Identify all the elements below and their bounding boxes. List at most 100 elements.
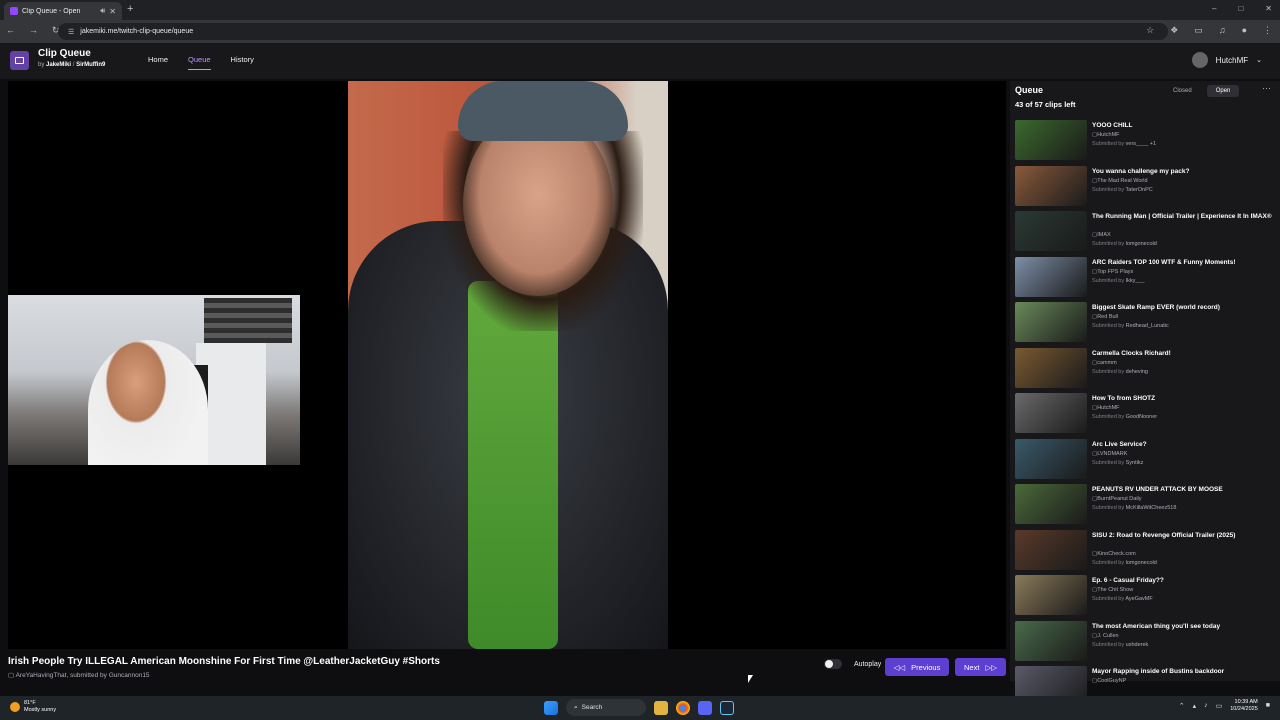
minimize-icon[interactable]: – bbox=[1212, 4, 1216, 13]
queue-item-submitted-label: Submitted by bbox=[1092, 459, 1125, 466]
queue-item[interactable]: SISU 2: Road to Revenge Official Trailer… bbox=[1015, 529, 1277, 575]
menu-dots-icon[interactable]: ⋮ bbox=[1263, 25, 1272, 36]
queue-item-thumbnail[interactable] bbox=[1015, 529, 1087, 570]
maximize-icon[interactable]: □ bbox=[1238, 4, 1243, 13]
queue-item-thumbnail[interactable] bbox=[1015, 438, 1087, 479]
taskbar-clock[interactable]: 10:39 AM 10/24/2025 bbox=[1230, 699, 1258, 713]
discord-icon[interactable] bbox=[698, 700, 712, 715]
clip-title: Irish People Try ILLEGAL American Moonsh… bbox=[8, 656, 440, 667]
queue-item-thumbnail[interactable] bbox=[1015, 211, 1087, 251]
author-link-1[interactable]: JakeMiki bbox=[46, 62, 71, 68]
queue-item-submitter-line: Submitted by lomgonecold bbox=[1092, 560, 1157, 566]
queue-item-thumbnail[interactable] bbox=[1015, 484, 1087, 524]
battery-icon[interactable]: ▭ bbox=[1216, 702, 1223, 710]
queue-item-submitted-label: Submitted by bbox=[1092, 368, 1125, 375]
speaker-icon[interactable]: 🔊︎ bbox=[100, 6, 105, 16]
user-menu[interactable]: HutchMF ⌄ bbox=[1191, 52, 1262, 68]
volume-icon[interactable]: ♪ bbox=[1204, 702, 1208, 709]
queue-item-title: You wanna challenge my pack? bbox=[1092, 167, 1190, 175]
queue-item-thumbnail[interactable] bbox=[1015, 347, 1087, 388]
clip-channel[interactable]: AreYaHavingThat bbox=[16, 672, 67, 679]
next-button[interactable]: Next ▷▷ bbox=[955, 658, 1006, 676]
queue-item-submitter-line: Submitted by McKillaWitCheez518 bbox=[1092, 505, 1176, 511]
queue-item-thumbnail[interactable] bbox=[1015, 620, 1087, 661]
cast-icon[interactable]: ▭ bbox=[1194, 25, 1203, 36]
browser-toolbar: ← → ↻ ☰ jakemiki.me/twitch-clip-queue/qu… bbox=[0, 20, 1280, 43]
chrome-icon[interactable] bbox=[676, 700, 690, 715]
queue-open-button[interactable]: Open bbox=[1206, 85, 1240, 97]
nav-history[interactable]: History bbox=[231, 55, 254, 70]
queue-item-thumbnail[interactable] bbox=[1015, 575, 1087, 615]
queue-item-submitted-label: Submitted by bbox=[1092, 277, 1125, 284]
close-tab-icon[interactable]: ✕ bbox=[109, 7, 116, 16]
queue-item-thumbnail[interactable] bbox=[1015, 256, 1087, 297]
channel-icon: ▢ bbox=[8, 672, 16, 679]
queue-item[interactable]: ARC Raiders TOP 100 WTF & Funny Moments!… bbox=[1015, 256, 1277, 302]
forward-icon[interactable]: → bbox=[29, 25, 38, 36]
system-tray: ⌃ ▴ ♪ ▭ 10:39 AM 10/24/2025 ■ bbox=[1179, 699, 1270, 713]
taskbar-search[interactable]: ⌕ Search bbox=[566, 699, 646, 716]
queue-item-submitter-line: Submitted by ushderek bbox=[1092, 642, 1148, 648]
back-icon[interactable]: ← bbox=[6, 25, 15, 36]
queue-item-submitter: vers____ +1 bbox=[1125, 141, 1157, 147]
clip-video-frame[interactable] bbox=[348, 81, 668, 649]
webcam-overlay bbox=[8, 295, 300, 465]
author-link-2[interactable]: SirMuffin9 bbox=[76, 62, 105, 68]
queue-item-submitter-line: Submitted by TaterOnPC bbox=[1092, 187, 1153, 193]
queue-item[interactable]: Biggest Skate Ramp EVER (world record) Re… bbox=[1015, 301, 1277, 347]
queue-item[interactable]: PEANUTS RV UNDER ATTACK BY MOOSE BurntPea… bbox=[1015, 483, 1277, 529]
video-player[interactable] bbox=[8, 81, 1006, 649]
queue-item-thumbnail[interactable] bbox=[1015, 393, 1087, 433]
queue-item[interactable]: You wanna challenge my pack? The Mad Real… bbox=[1015, 165, 1277, 211]
tray-chevron-up-icon[interactable]: ⌃ bbox=[1179, 702, 1185, 710]
queue-item-channel: BurntPeanut Daily bbox=[1092, 496, 1141, 502]
queue-item[interactable]: Carmella Clocks Richard! cammm Submitted b… bbox=[1015, 347, 1277, 393]
autoplay-toggle[interactable] bbox=[824, 659, 842, 669]
site-info-icon[interactable]: ☰ bbox=[68, 28, 74, 36]
queue-item-submitter: AyeGavMF bbox=[1125, 596, 1153, 602]
queue-item-thumbnail[interactable] bbox=[1015, 120, 1087, 160]
nav-home[interactable]: Home bbox=[148, 55, 168, 70]
bookmark-star-icon[interactable]: ☆ bbox=[1146, 25, 1154, 36]
taskbar-apps: ⌕ Search bbox=[544, 699, 734, 716]
queue-item-title: The Running Man | Official Trailer | Exp… bbox=[1092, 213, 1272, 220]
queue-item-thumbnail[interactable] bbox=[1015, 165, 1087, 206]
queue-item[interactable]: The most American thing you'll see today… bbox=[1015, 620, 1277, 666]
extensions-icon[interactable]: ❖ bbox=[1170, 25, 1178, 36]
queue-item[interactable]: Ep. 6 - Casual Friday?? The Chit Show Subm… bbox=[1015, 574, 1277, 620]
fast-forward-icon: ▷▷ bbox=[985, 662, 997, 672]
queue-item[interactable]: How To from SHOTZ HutchMF Submitted by Goo… bbox=[1015, 392, 1277, 438]
queue-item[interactable]: The Running Man | Official Trailer | Exp… bbox=[1015, 210, 1277, 256]
weather-widget[interactable]: 81°F Mostly sunny bbox=[10, 700, 56, 713]
nav-queue[interactable]: Queue bbox=[188, 55, 211, 70]
queue-closed-button[interactable]: Closed bbox=[1164, 85, 1201, 97]
queue-item-submitter: Ikky___ bbox=[1125, 277, 1145, 284]
username: HutchMF bbox=[1215, 55, 1249, 65]
file-explorer-icon[interactable] bbox=[654, 700, 668, 715]
steam-icon[interactable] bbox=[720, 700, 734, 715]
previous-button[interactable]: ◁◁ Previous bbox=[885, 658, 949, 676]
queue-item-submitted-label: Submitted by bbox=[1092, 186, 1125, 193]
queue-item-submitted-label: Submitted by bbox=[1092, 323, 1125, 329]
queue-item-title: The most American thing you'll see today bbox=[1092, 622, 1221, 630]
queue-item-submitter: TaterOnPC bbox=[1125, 186, 1153, 193]
notifications-icon[interactable]: ■ bbox=[1266, 702, 1270, 709]
queue-item[interactable]: Arc Live Service? LVNDMARK Submitted by Sy… bbox=[1015, 438, 1277, 484]
close-window-icon[interactable]: ✕ bbox=[1265, 4, 1272, 13]
queue-item[interactable]: YOOO CHILL HutchMF Submitted by vers____ +… bbox=[1015, 119, 1277, 165]
network-icon[interactable]: ▴ bbox=[1193, 702, 1197, 710]
browser-tab[interactable]: Clip Queue - Open 🔊︎ ✕ bbox=[4, 2, 122, 20]
avatar bbox=[1191, 52, 1208, 68]
windows-start-icon[interactable] bbox=[544, 700, 558, 715]
profile-icon[interactable]: ● bbox=[1242, 25, 1247, 36]
queue-item-submitted-label: Submitted by bbox=[1092, 596, 1125, 602]
new-tab-icon[interactable]: + bbox=[127, 3, 133, 15]
queue-item-thumbnail[interactable] bbox=[1015, 302, 1087, 342]
media-icon[interactable]: ♫ bbox=[1219, 25, 1226, 36]
clip-queue-logo-icon[interactable] bbox=[10, 51, 29, 70]
queue-item-channel: HutchMF bbox=[1092, 405, 1119, 411]
queue-menu-dots-icon[interactable]: ⋯ bbox=[1262, 83, 1271, 94]
address-bar[interactable]: ☰ jakemiki.me/twitch-clip-queue/queue bbox=[58, 23, 1168, 40]
app-header: Clip Queue by JakeMiki / SirMuffin9 Home… bbox=[0, 43, 1280, 79]
queue-item-submitted-label: Submitted by bbox=[1092, 641, 1125, 648]
